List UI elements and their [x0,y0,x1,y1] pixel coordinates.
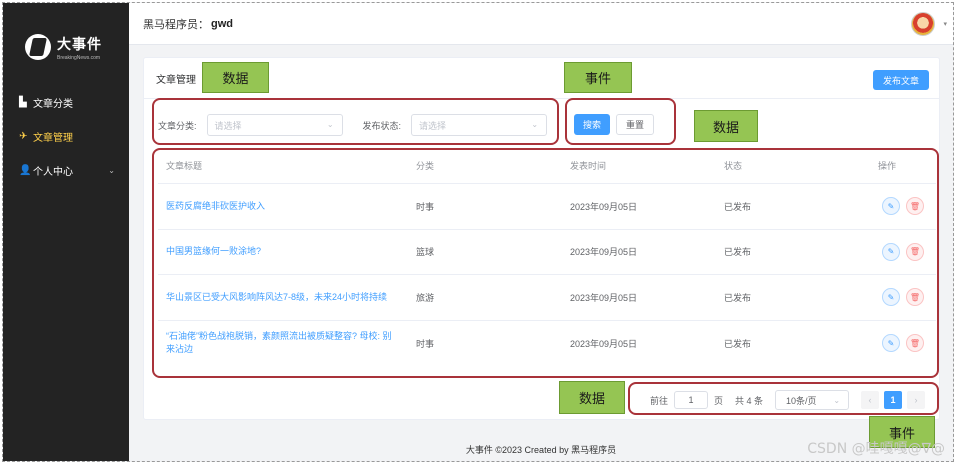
watermark: CSDN @哇嘎嘎@∇@ [807,441,945,457]
logo: 大事件 BreakingNews.com [25,27,115,67]
header-label: 黑马程序员： [143,18,209,31]
publish-article-button[interactable]: 发布文章 [873,70,929,90]
annotation-tag-data: 数据 [202,62,269,93]
logo-title: 大事件 [57,36,102,53]
app-frame: 大事件 BreakingNews.com ▙ 文章分类 ✈ 文章管理 👤 个人中… [2,2,954,462]
sidebar-item-category[interactable]: ▙ 文章分类 [3,85,129,119]
annotation-box-pagination [628,382,939,415]
user-icon: 👤 [19,164,32,176]
header-username: gwd [211,17,233,30]
sidebar: 大事件 BreakingNews.com ▙ 文章分类 ✈ 文章管理 👤 个人中… [3,3,129,461]
logo-icon [25,34,51,60]
annotation-box-actions [565,98,676,145]
sidebar-item-label: 文章分类 [33,98,73,110]
annotation-box-table [152,148,939,378]
avatar[interactable] [911,12,935,36]
logo-subtitle: BreakingNews.com [57,54,101,61]
send-icon: ✈ [19,130,28,142]
annotation-tag-event: 事件 [564,62,632,93]
annotation-tag-data: 数据 [694,110,758,142]
annotation-tag-data: 数据 [559,381,625,414]
sidebar-nav: ▙ 文章分类 ✈ 文章管理 👤 个人中心 ⌄ [3,85,129,187]
sidebar-item-articles[interactable]: ✈ 文章管理 [3,119,129,153]
sidebar-item-label: 个人中心 [33,166,73,178]
chevron-down-icon: ⌄ [108,165,115,175]
caret-down-icon[interactable]: ▾ [943,20,947,28]
category-icon: ▙ [19,96,27,108]
page-title: 文章管理 [156,74,196,86]
sidebar-item-profile[interactable]: 👤 个人中心 ⌄ [3,153,129,187]
annotation-box-filters [152,98,559,145]
sidebar-item-label: 文章管理 [33,132,73,144]
top-header: 黑马程序员： gwd ▾ [129,3,953,45]
